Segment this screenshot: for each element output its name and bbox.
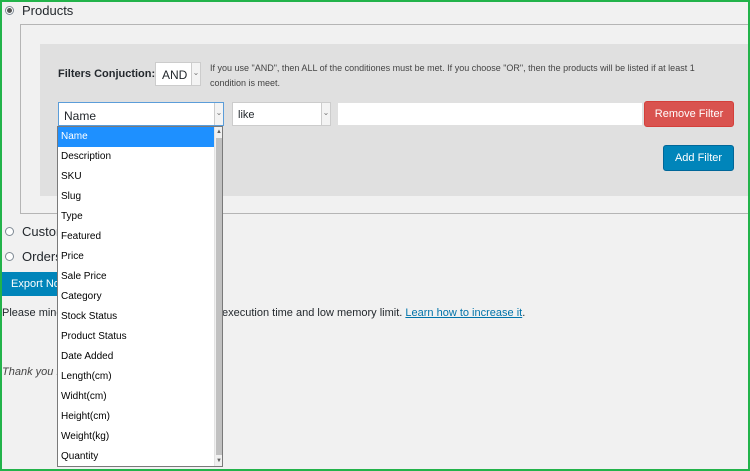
scrollbar-thumb[interactable] — [216, 138, 222, 455]
scroll-up-icon[interactable]: ▲ — [215, 127, 222, 137]
products-label: Products — [22, 3, 74, 18]
scroll-down-icon[interactable]: ▼ — [215, 456, 222, 466]
orders-radio[interactable] — [5, 252, 14, 261]
dropdown-option[interactable]: Date Added — [58, 347, 215, 367]
dropdown-option[interactable]: Stock Status — [58, 307, 215, 327]
dropdown-option[interactable]: Sale Price — [58, 267, 215, 287]
field-select-value: Name — [64, 109, 97, 123]
notice-prefix: Please mind — [2, 307, 63, 319]
notice-suffix: execution time and low memory limit. — [222, 307, 403, 319]
chevron-down-icon: ⌄ — [321, 103, 330, 125]
conjunction-value: AND — [162, 68, 188, 82]
conjunction-info: If you use "AND", then ALL of the condit… — [210, 63, 695, 88]
dropdown-option[interactable]: Quantity — [58, 447, 215, 466]
dropdown-option[interactable]: Product Status — [58, 327, 215, 347]
dropdown-option[interactable]: Description — [58, 147, 215, 167]
dropdown-option[interactable]: Category — [58, 287, 215, 307]
chevron-down-icon: ⌄ — [214, 103, 223, 125]
field-select[interactable]: Name ⌄ — [58, 102, 224, 126]
remove-filter-button[interactable]: Remove Filter — [644, 101, 734, 127]
notice-tail: execution time and low memory limit. Lea… — [222, 307, 525, 319]
increase-limit-link[interactable]: Learn how to increase it — [405, 307, 522, 319]
dropdown-option[interactable]: SKU — [58, 167, 215, 187]
dropdown-option[interactable]: Length(cm) — [58, 367, 215, 387]
dropdown-option[interactable]: Slug — [58, 187, 215, 207]
products-radio[interactable] — [5, 6, 14, 15]
dropdown-scrollbar[interactable]: ▲ ▼ — [214, 127, 222, 466]
dropdown-option[interactable]: Height(cm) — [58, 407, 215, 427]
operator-select-value: like — [238, 109, 255, 121]
thanks-text: Thank you f — [2, 366, 60, 378]
conjunction-label: Filters Conjuction: — [58, 68, 156, 80]
notice-end: . — [522, 307, 526, 319]
dropdown-option[interactable]: Type — [58, 207, 215, 227]
conjunction-select[interactable]: AND ⌄ — [155, 62, 201, 86]
chevron-down-icon: ⌄ — [191, 63, 200, 85]
orders-label: Orders — [22, 249, 62, 264]
dropdown-option[interactable]: Widht(cm) — [58, 387, 215, 407]
operator-select[interactable]: like ⌄ — [232, 102, 331, 126]
add-filter-button[interactable]: Add Filter — [663, 145, 734, 171]
customers-radio[interactable] — [5, 227, 14, 236]
dropdown-option[interactable]: Name — [58, 127, 215, 147]
field-dropdown-list[interactable]: Name Description SKU Slug Type Featured Price S… — [57, 126, 223, 467]
dropdown-option[interactable]: Featured — [58, 227, 215, 247]
dropdown-option[interactable]: Price — [58, 247, 215, 267]
dropdown-option[interactable]: Weight(kg) — [58, 427, 215, 447]
export-button[interactable]: Export No — [2, 272, 58, 296]
filter-value-input[interactable] — [337, 102, 643, 126]
